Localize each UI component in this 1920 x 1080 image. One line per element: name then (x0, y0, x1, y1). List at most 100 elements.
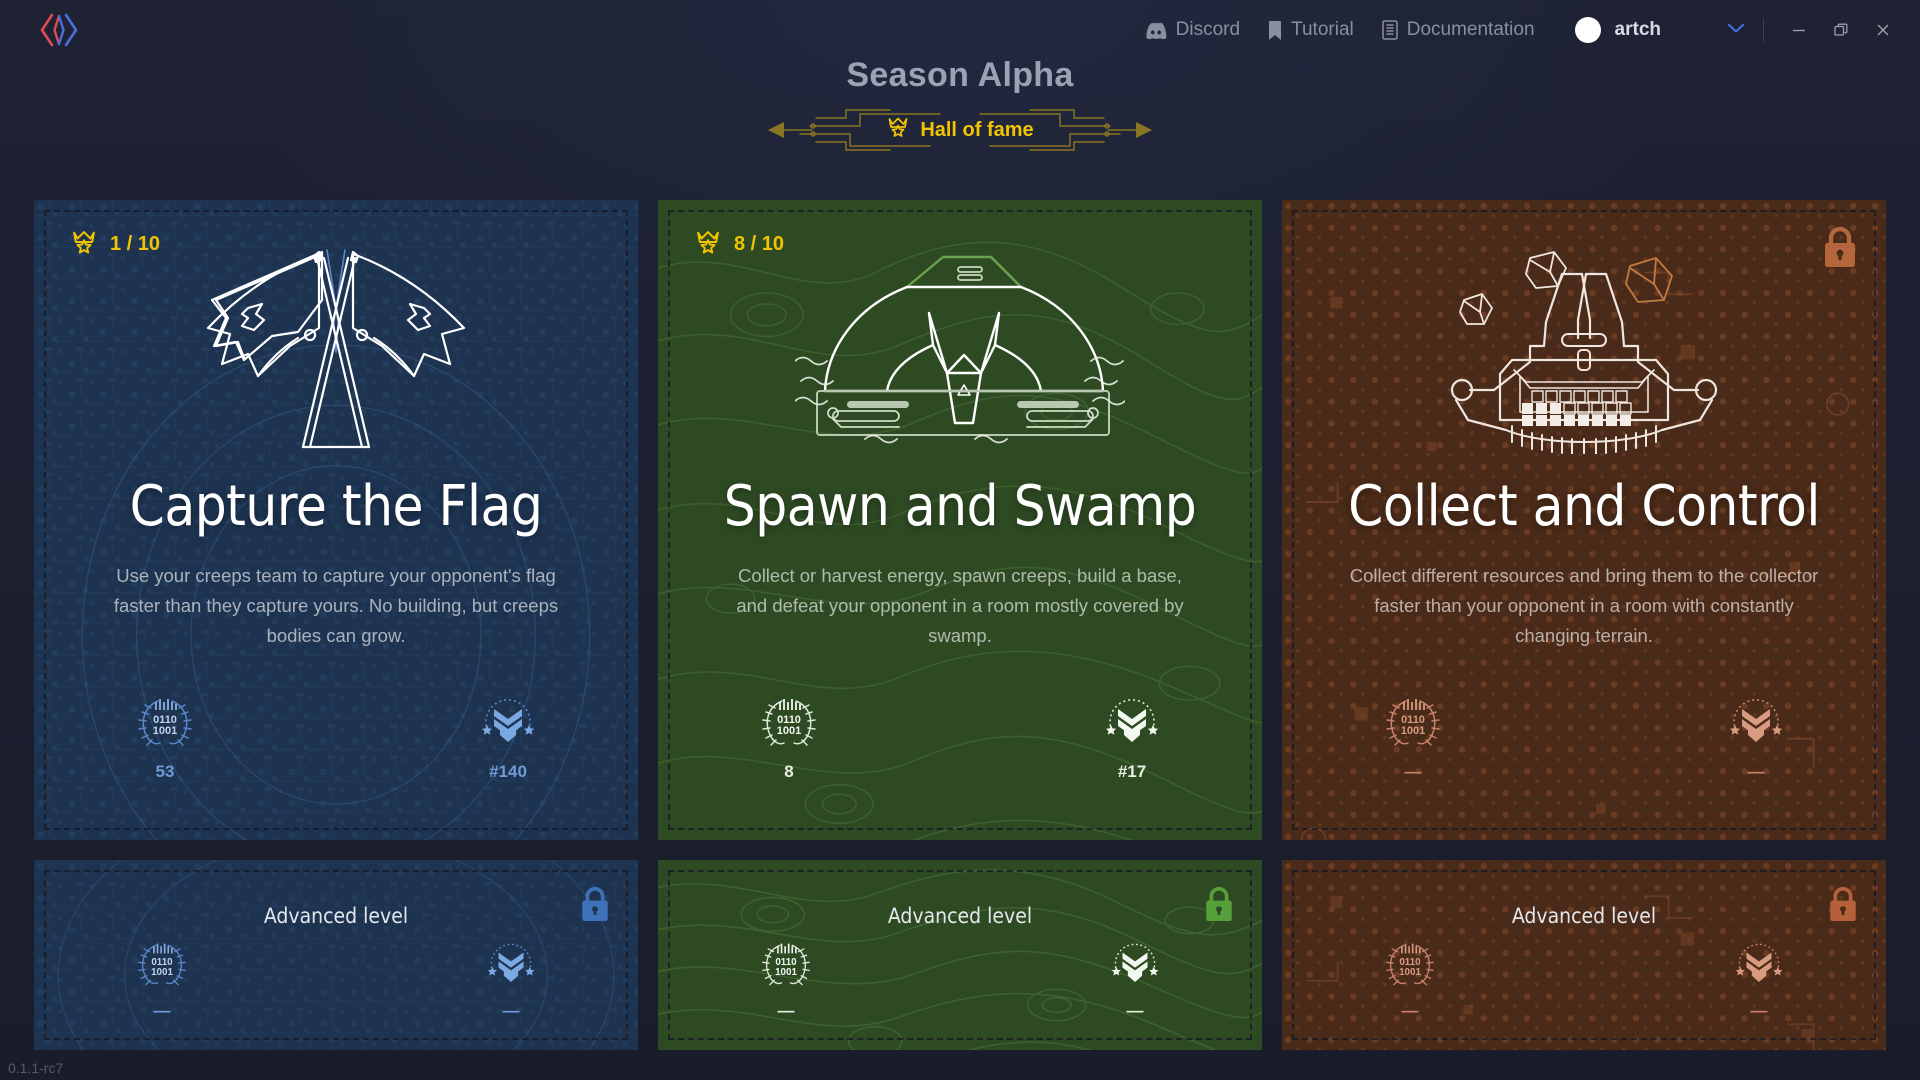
stat-score-value: 53 (155, 762, 175, 781)
crown-count-label: 1 / 10 (110, 233, 161, 255)
svg-text:1001: 1001 (777, 725, 801, 737)
game-card-capture-the-flag[interactable]: 1 / 10 Capture the Flag Use your creeps … (34, 200, 638, 840)
nav-link-discord[interactable]: Discord (1131, 13, 1254, 47)
crown-icon (886, 115, 910, 145)
stat-rank: — (1726, 695, 1786, 782)
crown-count-label: 8 / 10 (734, 233, 785, 255)
laurel-score-icon: 0110 1001 (1382, 695, 1444, 756)
laurel-score-icon: 0110 1001 (758, 940, 814, 995)
advanced-card-collect-and-control[interactable]: Advanced level 0110 1001 — — (1282, 860, 1886, 1050)
card-crown-progress: 1 / 10 (70, 228, 160, 261)
lock-icon (582, 886, 608, 921)
rank-chevrons-icon (1102, 695, 1162, 756)
titlebar-divider (1763, 18, 1764, 42)
avatar (1574, 17, 1601, 43)
card-title: Capture the Flag (129, 474, 543, 539)
svg-text:1001: 1001 (1399, 967, 1421, 978)
card-description: Collect or harvest energy, spawn creeps,… (736, 565, 1184, 646)
restore-icon[interactable] (1820, 12, 1862, 48)
stat-rank-value: — (1750, 1001, 1768, 1020)
page-title: Season Alpha (846, 56, 1074, 94)
rank-chevrons-icon (478, 695, 538, 756)
season-header: Season Alpha Hall of fame (0, 56, 1920, 153)
rank-chevrons-icon (1732, 940, 1786, 995)
stat-score: 0110 1001 — (134, 940, 190, 1021)
nav-link-documentation[interactable]: Documentation (1368, 13, 1549, 47)
card-lock-icon (1202, 884, 1236, 929)
chevron-down-icon[interactable] (1727, 21, 1745, 39)
app-logo-icon[interactable] (36, 11, 82, 49)
laurel-score-icon: 0110 1001 (134, 695, 196, 756)
titlebar: Discord Tutorial Documentation artch (0, 0, 1920, 60)
stat-rank: — (484, 940, 538, 1021)
stat-rank: — (1732, 940, 1786, 1021)
stat-score: 0110 1001 — (1382, 695, 1444, 782)
stat-rank: #17 (1102, 695, 1162, 782)
card-crown-progress: 8 / 10 (694, 228, 784, 261)
stat-score-value: — (1401, 1001, 1419, 1020)
advanced-level-label: Advanced level (263, 904, 409, 928)
card-lock-icon (1826, 884, 1860, 929)
advanced-card-capture-the-flag[interactable]: Advanced level 0110 1001 — — (34, 860, 638, 1050)
close-icon[interactable] (1862, 12, 1904, 48)
hall-of-fame-button[interactable]: Hall of fame (874, 111, 1045, 149)
card-lock-icon (578, 884, 612, 929)
stat-score: 0110 1001 — (758, 940, 814, 1021)
discord-icon (1145, 22, 1167, 39)
stat-score: 0110 1001 53 (134, 695, 196, 782)
user-menu[interactable]: artch (1574, 17, 1745, 43)
game-card-collect-and-control[interactable]: Collect and Control Collect different re… (1282, 200, 1886, 840)
card-stats: 0110 1001 — — (658, 940, 1262, 1021)
minimize-icon[interactable] (1778, 12, 1820, 48)
username-label: artch (1614, 19, 1661, 40)
card-description: Use your creeps team to capture your opp… (113, 565, 559, 646)
app-version-label: 0.1.1-rc7 (8, 1060, 64, 1076)
card-stats: 0110 1001 8 #17 (658, 695, 1262, 782)
svg-text:1001: 1001 (775, 967, 797, 978)
card-title: Spawn and Swamp (723, 474, 1197, 539)
stat-score: 0110 1001 8 (758, 695, 820, 782)
spawn-base-icon (795, 234, 1125, 464)
stat-score-value: — (153, 1001, 171, 1020)
hall-of-fame-area: Hall of fame (0, 107, 1920, 153)
stat-score: 0110 1001 — (1382, 940, 1438, 1021)
hall-of-fame-label: Hall of fame (920, 118, 1034, 141)
card-title: Collect and Control (1348, 474, 1820, 539)
nav-label-discord: Discord (1175, 19, 1241, 40)
card-stats: 0110 1001 — — (1282, 695, 1886, 782)
stat-score-value: — (777, 1001, 795, 1020)
card-description: Collect different resources and bring th… (1349, 565, 1819, 646)
svg-text:1001: 1001 (151, 967, 173, 978)
laurel-score-icon: 0110 1001 (758, 695, 820, 756)
crown-icon (70, 228, 98, 261)
document-icon (1381, 20, 1398, 40)
lock-icon (1830, 886, 1856, 921)
stat-score-value: — (1404, 762, 1422, 781)
lock-icon (1825, 226, 1855, 267)
crossed-flags-icon (186, 234, 486, 464)
bookmark-icon (1268, 20, 1282, 40)
nav-link-tutorial[interactable]: Tutorial (1254, 13, 1368, 47)
card-stats: 0110 1001 — — (34, 940, 638, 1021)
rank-chevrons-icon (484, 940, 538, 995)
stat-rank-value: — (1126, 1001, 1144, 1020)
laurel-score-icon: 0110 1001 (1382, 940, 1438, 995)
stat-rank-value: — (502, 1001, 520, 1020)
crown-icon (694, 228, 722, 261)
nav-label-documentation: Documentation (1406, 19, 1535, 40)
game-card-spawn-and-swamp[interactable]: 8 / 10 Spawn and Swamp Collect or harves… (658, 200, 1262, 840)
advanced-card-spawn-and-swamp[interactable]: Advanced level 0110 1001 — — (658, 860, 1262, 1050)
svg-text:1001: 1001 (1401, 725, 1425, 737)
laurel-score-icon: 0110 1001 (134, 940, 190, 995)
rank-chevrons-icon (1108, 940, 1162, 995)
stat-rank: #140 (478, 695, 538, 782)
card-stats: 0110 1001 53 #140 (34, 695, 638, 782)
card-stats: 0110 1001 — — (1282, 940, 1886, 1021)
stat-rank-value: — (1747, 762, 1765, 781)
nav-label-tutorial: Tutorial (1291, 19, 1354, 40)
advanced-level-label: Advanced level (887, 904, 1033, 928)
stat-rank: — (1108, 940, 1162, 1021)
collector-icon (1434, 234, 1734, 464)
card-lock-icon (1820, 224, 1860, 275)
advanced-level-label: Advanced level (1511, 904, 1657, 928)
